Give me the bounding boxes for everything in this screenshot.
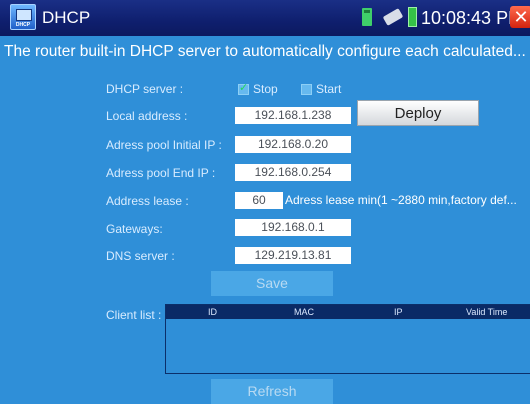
local-address-label: Local address : [106,109,188,123]
save-button[interactable]: Save [211,271,333,296]
gateways-field[interactable]: 192.168.0.1 [235,219,351,236]
gateways-label: Gateways: [106,222,163,236]
dhcp-server-label: DHCP server : [106,82,184,96]
pool-initial-ip-field[interactable]: 192.168.0.20 [235,136,351,153]
column-header-valid-time: Valid Time [466,307,508,317]
address-lease-label: Address lease : [106,194,189,208]
window-title: DHCP [42,8,91,27]
dhcp-app-icon: DHCP [10,4,36,30]
check-icon: ✓ [239,82,249,94]
stop-label[interactable]: Stop [253,82,278,96]
column-header-mac: MAC [294,307,314,317]
battery-icon [408,7,417,27]
clock: 10:08:43 PM [421,8,524,28]
deploy-button[interactable]: Deploy [357,100,479,126]
dns-server-label: DNS server : [106,249,175,263]
title-bar: DHCP DHCP 10:08:43 PM ✕ [0,0,530,36]
app-icon-caption: DHCP [15,22,31,28]
plug-icon [382,8,404,26]
column-header-ip: IP [394,307,403,317]
pool-end-ip-field[interactable]: 192.168.0.254 [235,164,351,181]
description-banner: The router built-in DHCP server to autom… [4,43,526,60]
start-label[interactable]: Start [316,82,341,96]
client-list-label: Client list : [106,308,162,322]
stop-checkbox[interactable]: ✓ [238,82,249,95]
column-header-id: ID [208,307,217,317]
address-lease-note: Adress lease min(1 ~2880 min,factory def… [285,193,517,207]
start-checkbox[interactable] [301,84,312,95]
refresh-button[interactable]: Refresh [211,379,333,404]
dns-server-field[interactable]: 129.219.13.81 [235,247,351,264]
pool-end-ip-label: Adress pool End IP : [106,166,216,180]
address-lease-field[interactable]: 60 [235,192,283,209]
close-icon[interactable]: ✕ [510,6,530,28]
pool-initial-ip-label: Adress pool Initial IP : [106,138,222,152]
local-address-field[interactable]: 192.168.1.238 [235,107,351,124]
sd-card-icon [362,8,372,26]
client-list-table[interactable]: ID MAC IP Valid Time [165,304,530,374]
client-list-header: ID MAC IP Valid Time [166,305,530,319]
